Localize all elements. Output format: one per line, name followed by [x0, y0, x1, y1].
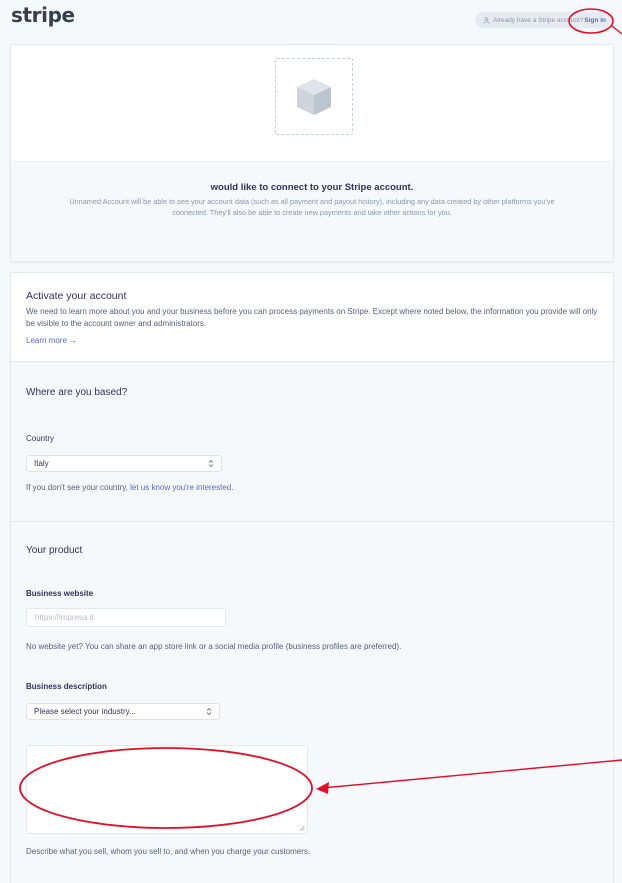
description-helper: Describe what you sell, whom you sell to…: [26, 847, 311, 856]
signin-link[interactable]: Sign in: [584, 17, 606, 24]
select-chevron-icon: [206, 707, 212, 716]
website-input[interactable]: https://impresa.it: [26, 608, 226, 627]
box-icon: [297, 78, 331, 115]
person-icon: [483, 16, 490, 24]
description-label: Business description: [26, 682, 107, 691]
section-title-location: Where are you based?: [26, 387, 128, 398]
connect-title: would like to connect to your Stripe acc…: [210, 182, 414, 193]
learn-more-link[interactable]: Learn more →: [26, 336, 77, 345]
signin-prompt: Already have a Stripe account?: [492, 16, 584, 24]
section-product: Your product Business website https://im…: [11, 521, 613, 883]
stripe-connect-page: stripe Already have a Stripe account? Si…: [0, 0, 622, 883]
activate-title: Activate your account: [26, 290, 127, 302]
select-chevron-icon: [208, 459, 214, 468]
section-title-product: Your product: [26, 545, 83, 556]
country-label: Country: [26, 434, 55, 443]
platform-logo-placeholder: [275, 58, 353, 135]
website-label: Business website: [26, 589, 94, 598]
connect-description: Unnamed Account will be able to see your…: [69, 197, 555, 217]
industry-value: Please select your industry...: [34, 707, 136, 716]
country-interest-link[interactable]: let us know you're interested: [130, 483, 231, 492]
industry-select[interactable]: Please select your industry...: [26, 703, 220, 720]
header: stripe Already have a Stripe account? Si…: [0, 0, 622, 44]
country-helper: If you don't see your country, let us kn…: [26, 483, 234, 492]
platform-logo-area: [11, 45, 613, 161]
activate-intro: Activate your account We need to learn m…: [11, 273, 613, 361]
connect-card: would like to connect to your Stripe acc…: [10, 44, 614, 262]
stripe-logo[interactable]: stripe: [11, 3, 75, 27]
activate-description: We need to learn more about you and your…: [26, 307, 598, 328]
signin-pill: Already have a Stripe account? Sign in: [474, 12, 612, 28]
business-description-textarea[interactable]: [26, 745, 308, 834]
activation-form: Activate your account We need to learn m…: [10, 272, 614, 883]
country-select[interactable]: Italy: [26, 455, 222, 472]
section-location: Where are you based? Country Italy If yo…: [11, 361, 613, 521]
country-value: Italy: [34, 459, 49, 468]
resize-grip-icon[interactable]: [299, 825, 305, 831]
website-helper: No website yet? You can share an app sto…: [26, 642, 402, 651]
connect-info: would like to connect to your Stripe acc…: [11, 161, 613, 261]
